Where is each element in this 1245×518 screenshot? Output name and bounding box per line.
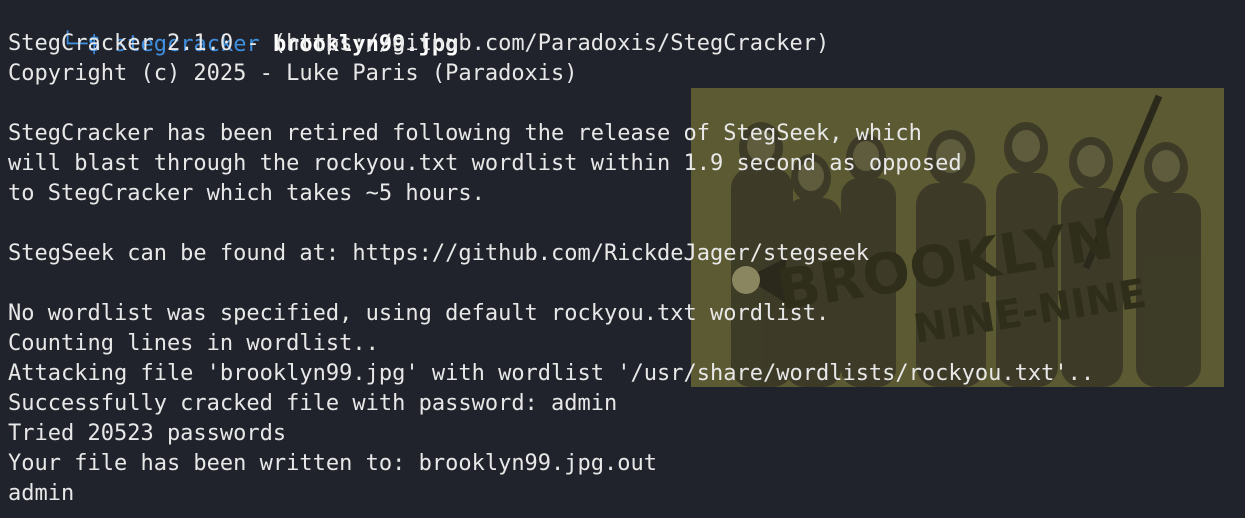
output-line: StegSeek can be found at: https://github… <box>8 241 869 266</box>
output-line: Tried 20523 passwords <box>8 421 287 446</box>
output-line: will blast through the rockyou.txt wordl… <box>8 151 962 176</box>
output-line: Copyright (c) 2025 - Luke Paris (Paradox… <box>8 61 578 86</box>
output-line: StegCracker has been retired following t… <box>8 121 922 146</box>
output-line: Counting lines in wordlist.. <box>8 331 379 356</box>
terminal-window[interactable]: BROOKLYN NINE-NINE └─$ stegcracker brook… <box>0 0 1245 518</box>
output-line: StegCracker 2.1.0 - (https://github.com/… <box>8 31 830 56</box>
output-line: Attacking file 'brooklyn99.jpg' with wor… <box>8 361 1095 386</box>
output-line: No wordlist was specified, using default… <box>8 301 830 326</box>
output-line: to StegCracker which takes ~5 hours. <box>8 181 485 206</box>
output-line: Your file has been written to: brooklyn9… <box>8 451 658 476</box>
output-line: admin <box>8 481 75 506</box>
prompt-line: └─$ stegcracker brooklyn99.jpg <box>8 0 458 57</box>
output-line: Successfully cracked file with password:… <box>8 391 618 416</box>
